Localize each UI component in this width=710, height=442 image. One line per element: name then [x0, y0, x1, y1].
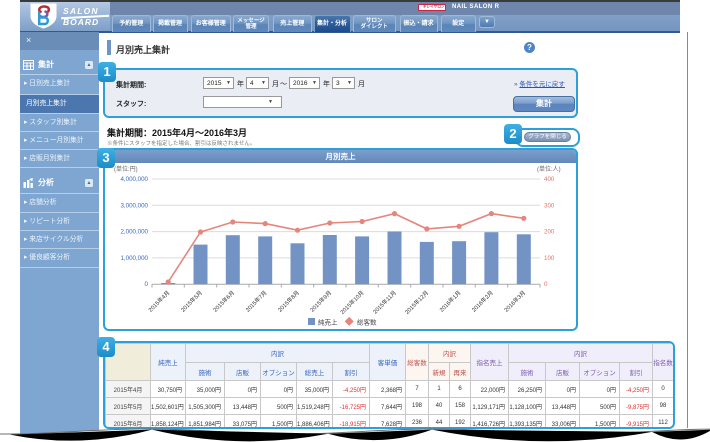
svg-text:(単位:円): (単位:円)	[114, 165, 138, 173]
svg-text:300: 300	[544, 202, 555, 209]
svg-text:総客数: 総客数	[357, 318, 377, 327]
svg-text:2015年4月: 2015年4月	[147, 289, 172, 314]
svg-text:純売上: 純売上	[318, 318, 338, 327]
svg-text:2015年7月: 2015年7月	[244, 289, 269, 314]
svg-text:0: 0	[544, 281, 548, 288]
svg-text:100: 100	[544, 255, 555, 262]
svg-text:200: 200	[544, 229, 555, 236]
svg-text:2016年1月: 2016年1月	[438, 289, 463, 314]
svg-text:2016年2月: 2016年2月	[470, 289, 495, 314]
svg-text:0: 0	[145, 281, 149, 288]
svg-text:2,000,000: 2,000,000	[120, 229, 148, 236]
svg-text:2015年11月: 2015年11月	[371, 289, 398, 316]
svg-text:2015年8月: 2015年8月	[276, 289, 301, 314]
svg-text:2015年6月: 2015年6月	[211, 289, 236, 314]
svg-text:2015年12月: 2015年12月	[403, 289, 430, 316]
svg-text:2015年10月: 2015年10月	[338, 289, 365, 316]
svg-text:400: 400	[544, 176, 555, 183]
svg-text:(単位:人): (単位:人)	[537, 165, 561, 173]
svg-text:3,000,000: 3,000,000	[120, 202, 148, 209]
svg-text:1,000,000: 1,000,000	[120, 255, 148, 262]
svg-text:2016年3月: 2016年3月	[502, 289, 527, 314]
svg-text:4,000,000: 4,000,000	[120, 176, 148, 183]
svg-text:2015年5月: 2015年5月	[179, 289, 204, 314]
svg-text:2015年9月: 2015年9月	[308, 289, 333, 314]
